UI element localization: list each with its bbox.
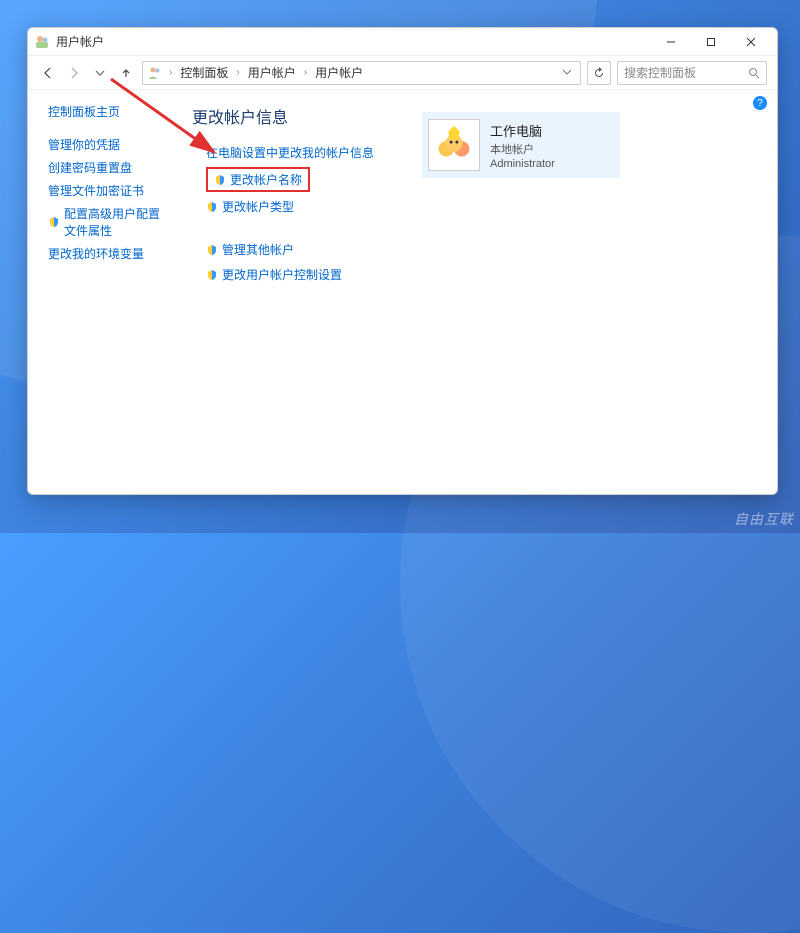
- shield-icon: [206, 244, 218, 256]
- window-controls: [651, 31, 771, 53]
- watermark: 自由互联: [734, 509, 794, 529]
- account-type: 本地帐户: [490, 141, 555, 157]
- users-icon: [147, 65, 163, 81]
- sidebar-item-profile-props[interactable]: 配置高级用户配置文件属性: [48, 202, 168, 242]
- forward-button[interactable]: [64, 63, 84, 83]
- account-role: Administrator: [490, 158, 555, 170]
- minimize-button[interactable]: [651, 31, 691, 53]
- content-area: ? 控制面板主页 管理你的凭据 创建密码重置盘 管理文件加密证书 配置高级用户配…: [28, 90, 777, 494]
- sidebar-item-credentials[interactable]: 管理你的凭据: [48, 133, 168, 156]
- task-change-account-name[interactable]: 更改帐户名称: [206, 167, 310, 192]
- maximize-button[interactable]: [691, 31, 731, 53]
- up-button[interactable]: [116, 63, 136, 83]
- control-panel-window: 用户帐户 › 控制面板 › 用户帐户 › 用户帐户 搜索: [27, 27, 778, 495]
- sidebar-item-env-vars[interactable]: 更改我的环境变量: [48, 242, 168, 265]
- breadcrumb-box[interactable]: › 控制面板 › 用户帐户 › 用户帐户: [142, 61, 581, 85]
- account-name: 工作电脑: [490, 121, 555, 140]
- sidebar: 控制面板主页 管理你的凭据 创建密码重置盘 管理文件加密证书 配置高级用户配置文…: [28, 90, 168, 494]
- shield-icon: [206, 269, 218, 281]
- sidebar-item-password-reset[interactable]: 创建密码重置盘: [48, 156, 168, 179]
- search-icon: [748, 67, 760, 79]
- close-button[interactable]: [731, 31, 771, 53]
- breadcrumb-item[interactable]: 用户帐户: [246, 64, 298, 81]
- recent-dropdown[interactable]: [90, 63, 110, 83]
- sidebar-item-home[interactable]: 控制面板主页: [48, 100, 168, 123]
- refresh-button[interactable]: [587, 61, 611, 85]
- task-manage-other[interactable]: 管理其他帐户: [206, 237, 777, 262]
- account-info: 工作电脑 本地帐户 Administrator: [490, 121, 555, 170]
- window-title: 用户帐户: [56, 33, 651, 50]
- task-uac-settings[interactable]: 更改用户帐户控制设置: [206, 262, 777, 287]
- search-input[interactable]: 搜索控制面板: [617, 61, 767, 85]
- chevron-down-icon[interactable]: [558, 66, 576, 80]
- titlebar: 用户帐户: [28, 28, 777, 56]
- breadcrumb-item[interactable]: 用户帐户: [313, 64, 365, 81]
- main-panel: 更改帐户信息 在电脑设置中更改我的帐户信息 更改帐户名称 更改帐户类型: [168, 90, 777, 494]
- address-bar: › 控制面板 › 用户帐户 › 用户帐户 搜索控制面板: [28, 56, 777, 90]
- chevron-right-icon: ›: [302, 67, 309, 78]
- avatar: [428, 119, 480, 171]
- task-change-account-type[interactable]: 更改帐户类型: [206, 194, 777, 219]
- sidebar-item-encryption[interactable]: 管理文件加密证书: [48, 179, 168, 202]
- back-button[interactable]: [38, 63, 58, 83]
- shield-icon: [214, 174, 226, 186]
- search-placeholder: 搜索控制面板: [624, 64, 744, 81]
- account-card: 工作电脑 本地帐户 Administrator: [422, 112, 620, 178]
- shield-icon: [48, 216, 60, 228]
- window-icon: [34, 34, 50, 50]
- shield-icon: [206, 201, 218, 213]
- breadcrumb-item[interactable]: 控制面板: [178, 64, 230, 81]
- chevron-right-icon: ›: [234, 67, 241, 78]
- chevron-right-icon: ›: [167, 67, 174, 78]
